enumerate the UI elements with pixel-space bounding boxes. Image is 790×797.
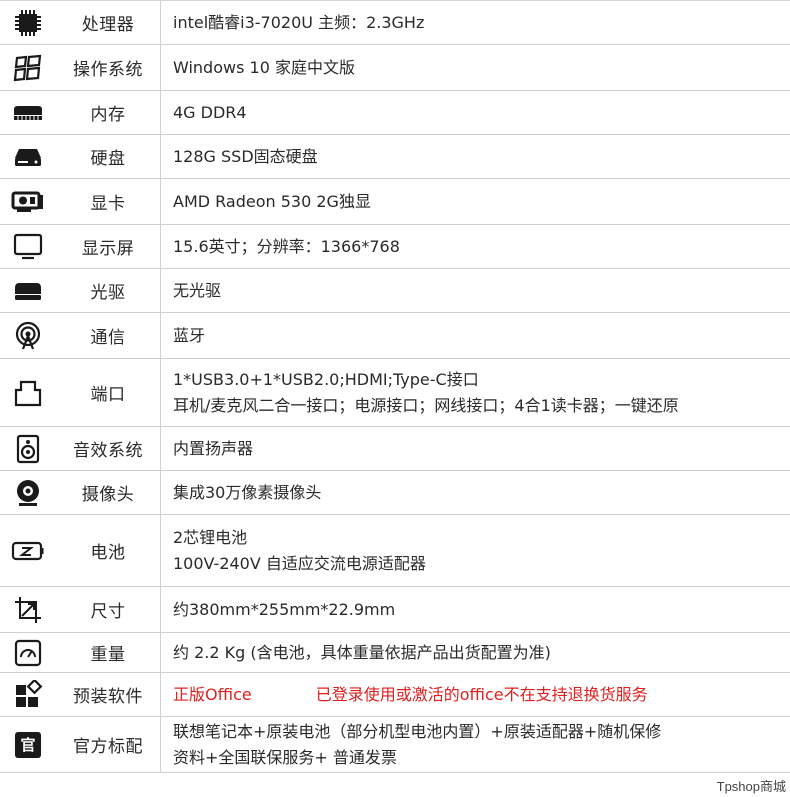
spec-row: 官 官方标配 联想笔记本+原装电池（部分机型电池内置）+原装适配器+随机保修 资料+全… — [0, 717, 790, 773]
spec-name: 硬盘 — [56, 135, 161, 178]
spec-value-line: 约 2.2 Kg (含电池，具体重量依据产品出货配置为准) — [173, 642, 551, 662]
software-notice: 正版Office — [173, 684, 252, 704]
spec-value-line: 128G SSD固态硬盘 — [173, 146, 318, 166]
spec-value: 128G SSD固态硬盘 — [161, 135, 790, 178]
spec-value: 无光驱 — [161, 269, 790, 312]
monitor-icon — [0, 225, 56, 268]
graphics-card-icon — [0, 179, 56, 224]
spec-value-line: 集成30万像素摄像头 — [173, 482, 322, 502]
spec-row: 处理器 intel酷睿i3-7020U 主频：2.3GHz — [0, 1, 790, 45]
cpu-icon — [0, 1, 56, 44]
spec-name: 处理器 — [56, 1, 161, 44]
spec-name: 显卡 — [56, 179, 161, 224]
spec-value-line: 约380mm*255mm*22.9mm — [173, 599, 396, 619]
spec-row: 光驱 无光驱 — [0, 269, 790, 313]
spec-value: 1*USB3.0+1*USB2.0;HDMI;Type-C接口耳机/麦克风二合一… — [161, 359, 790, 426]
spec-name: 官方标配 — [56, 717, 161, 772]
spec-value: 集成30万像素摄像头 — [161, 471, 790, 514]
watermark: Tpshop商城 — [716, 779, 786, 794]
spec-value-line: 资料+全国联保服务+ 普通发票 — [173, 747, 397, 767]
spec-value: Windows 10 家庭中文版 — [161, 45, 790, 90]
spec-value: intel酷睿i3-7020U 主频：2.3GHz — [161, 1, 790, 44]
spec-value-line: Windows 10 家庭中文版 — [173, 57, 355, 77]
spec-value-line: 蓝牙 — [173, 325, 206, 345]
hard-disk-icon — [0, 135, 56, 178]
optical-drive-icon — [0, 269, 56, 312]
spec-value: 15.6英寸；分辨率：1366*768 — [161, 225, 790, 268]
windows-icon — [0, 45, 56, 90]
spec-value: 约 2.2 Kg (含电池，具体重量依据产品出货配置为准) — [161, 633, 790, 672]
spec-row: 预装软件 正版Office 已登录使用或激活的office不在支持退换货服务 — [0, 673, 790, 717]
spec-name: 音效系统 — [56, 427, 161, 470]
spec-value-line: 无光驱 — [173, 280, 222, 300]
dimensions-icon — [0, 587, 56, 632]
spec-name: 重量 — [56, 633, 161, 672]
battery-icon — [0, 515, 56, 586]
spec-value-line: 4G DDR4 — [173, 102, 247, 122]
spec-row: 内存 4G DDR4 — [0, 91, 790, 135]
spec-value-line: 2芯锂电池 — [173, 527, 248, 547]
software-icon — [0, 673, 56, 716]
weight-scale-icon — [0, 633, 56, 672]
spec-name: 显示屏 — [56, 225, 161, 268]
spec-row: 操作系统 Windows 10 家庭中文版 — [0, 45, 790, 91]
spec-value-line: 15.6英寸；分辨率：1366*768 — [173, 236, 400, 256]
official-seal-icon: 官 — [0, 717, 56, 772]
spec-row: 通信 蓝牙 — [0, 313, 790, 359]
spec-value: 约380mm*255mm*22.9mm — [161, 587, 790, 632]
spec-table: 处理器 intel酷睿i3-7020U 主频：2.3GHz 操作系统 Windows … — [0, 0, 790, 773]
spec-name: 尺寸 — [56, 587, 161, 632]
spec-value-line: 耳机/麦克风二合一接口；电源接口；网线接口；4合1读卡器；一键还原 — [173, 395, 679, 415]
spec-row: 显示屏 15.6英寸；分辨率：1366*768 — [0, 225, 790, 269]
speaker-icon — [0, 427, 56, 470]
spec-value: 4G DDR4 — [161, 91, 790, 134]
spec-value: 内置扬声器 — [161, 427, 790, 470]
spec-row: 电池 2芯锂电池 100V-240V 自适应交流电源适配器 — [0, 515, 790, 587]
spec-value-line: 1*USB3.0+1*USB2.0;HDMI;Type-C接口 — [173, 369, 479, 389]
spec-value-line: intel酷睿i3-7020U 主频：2.3GHz — [173, 12, 425, 32]
bluetooth-signal-icon — [0, 313, 56, 358]
spec-row: 摄像头 集成30万像素摄像头 — [0, 471, 790, 515]
spec-value: 蓝牙 — [161, 313, 790, 358]
spec-name: 内存 — [56, 91, 161, 134]
spec-value: 联想笔记本+原装电池（部分机型电池内置）+原装适配器+随机保修 资料+全国联保服务… — [161, 717, 790, 772]
spec-name: 通信 — [56, 313, 161, 358]
spec-name: 摄像头 — [56, 471, 161, 514]
spec-row: 显卡 AMD Radeon 530 2G独显 — [0, 179, 790, 225]
spec-value-line: 联想笔记本+原装电池（部分机型电池内置）+原装适配器+随机保修 — [173, 721, 662, 741]
spec-row: 尺寸 约380mm*255mm*22.9mm — [0, 587, 790, 633]
spec-name: 电池 — [56, 515, 161, 586]
spec-row: 重量约 2.2 Kg (含电池，具体重量依据产品出货配置为准) — [0, 633, 790, 673]
webcam-icon — [0, 471, 56, 514]
memory-icon — [0, 91, 56, 134]
spec-row: 端口 1*USB3.0+1*USB2.0;HDMI;Type-C接口 耳机/麦克风二… — [0, 359, 790, 427]
spec-value: 正版Office 已登录使用或激活的office不在支持退换货服务 — [161, 673, 790, 716]
spec-name: 预装软件 — [56, 673, 161, 716]
official-seal-label: 官 — [20, 736, 36, 754]
spec-value: AMD Radeon 530 2G独显 — [161, 179, 790, 224]
spec-name: 端口 — [56, 359, 161, 426]
port-icon — [0, 359, 56, 426]
spec-row: 硬盘 128G SSD固态硬盘 — [0, 135, 790, 179]
spec-name: 光驱 — [56, 269, 161, 312]
spec-row: 音效系统 内置扬声器 — [0, 427, 790, 471]
spec-value-line: 内置扬声器 — [173, 438, 254, 458]
spec-value-line: 100V-240V 自适应交流电源适配器 — [173, 553, 426, 573]
software-notice: 已登录使用或激活的office不在支持退换货服务 — [315, 684, 648, 704]
spec-value-line: AMD Radeon 530 2G独显 — [173, 191, 371, 211]
spec-value: 2芯锂电池 100V-240V 自适应交流电源适配器 — [161, 515, 790, 586]
spec-name: 操作系统 — [56, 45, 161, 90]
